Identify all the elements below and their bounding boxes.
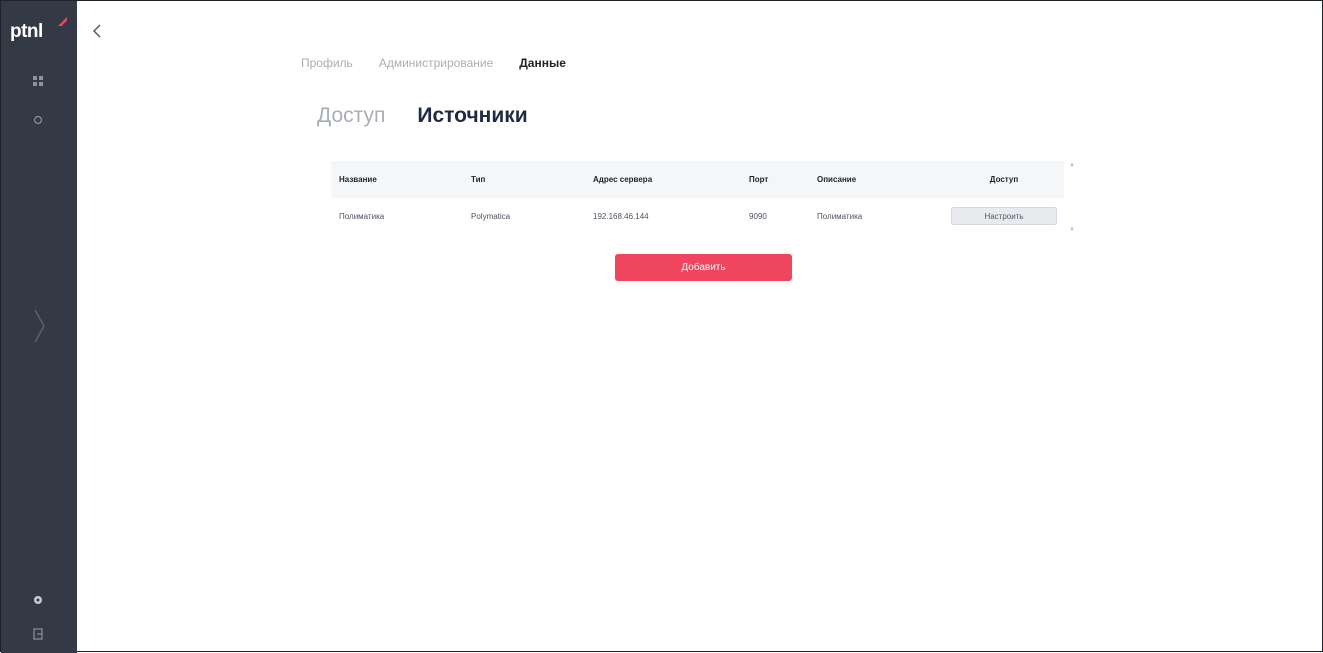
tab-administration[interactable]: Администрирование [379, 56, 493, 70]
sun-icon[interactable] [31, 113, 45, 127]
table-row: Полиматика Polymatica 192.168.46.144 909… [331, 198, 1064, 234]
cell-type: Polymatica [471, 211, 511, 221]
grid-icon[interactable] [31, 74, 45, 88]
add-button[interactable]: Добавить [615, 254, 792, 281]
cell-address: 192.168.46.144 [593, 211, 649, 221]
scroll-up-icon[interactable]: ▲ [1069, 162, 1075, 168]
configure-button[interactable]: Настроить [951, 207, 1057, 225]
chevron-left-icon[interactable] [87, 21, 107, 41]
header-access: Доступ [989, 175, 1019, 184]
top-tabs: Профиль Администрирование Данные [301, 56, 566, 70]
scroll-down-icon[interactable]: ▼ [1069, 227, 1075, 233]
header-description: Описание [817, 175, 857, 184]
app-window: ptnl Профиль Администрирование Данные До… [0, 0, 1323, 653]
tab-data[interactable]: Данные [519, 56, 566, 70]
header-address: Адрес сервера [593, 175, 653, 184]
sidebar: ptnl [1, 1, 77, 653]
logout-icon[interactable] [31, 627, 45, 641]
header-port: Порт [749, 175, 769, 184]
header-name: Название [339, 175, 377, 184]
cell-access: Настроить [951, 198, 1057, 234]
table-header: Название Тип Адрес сервера Порт Описание… [331, 161, 1064, 198]
cell-description: Полиматика [817, 211, 863, 221]
cell-name: Полиматика [339, 211, 385, 221]
app-logo[interactable]: ptnl [10, 21, 43, 43]
tab-sources[interactable]: Источники [417, 104, 527, 128]
tab-access[interactable]: Доступ [317, 104, 385, 128]
sub-tabs: Доступ Источники [317, 104, 528, 128]
header-type: Тип [471, 175, 486, 184]
chevron-right-icon[interactable] [32, 308, 48, 344]
table-scrollbar[interactable]: ▲ ▼ [1067, 161, 1075, 234]
logo-mark-icon [58, 17, 67, 26]
cell-port: 9090 [749, 211, 767, 221]
sources-table: Название Тип Адрес сервера Порт Описание… [331, 161, 1064, 234]
gear-icon[interactable] [31, 593, 45, 607]
tab-profile[interactable]: Профиль [301, 56, 353, 70]
